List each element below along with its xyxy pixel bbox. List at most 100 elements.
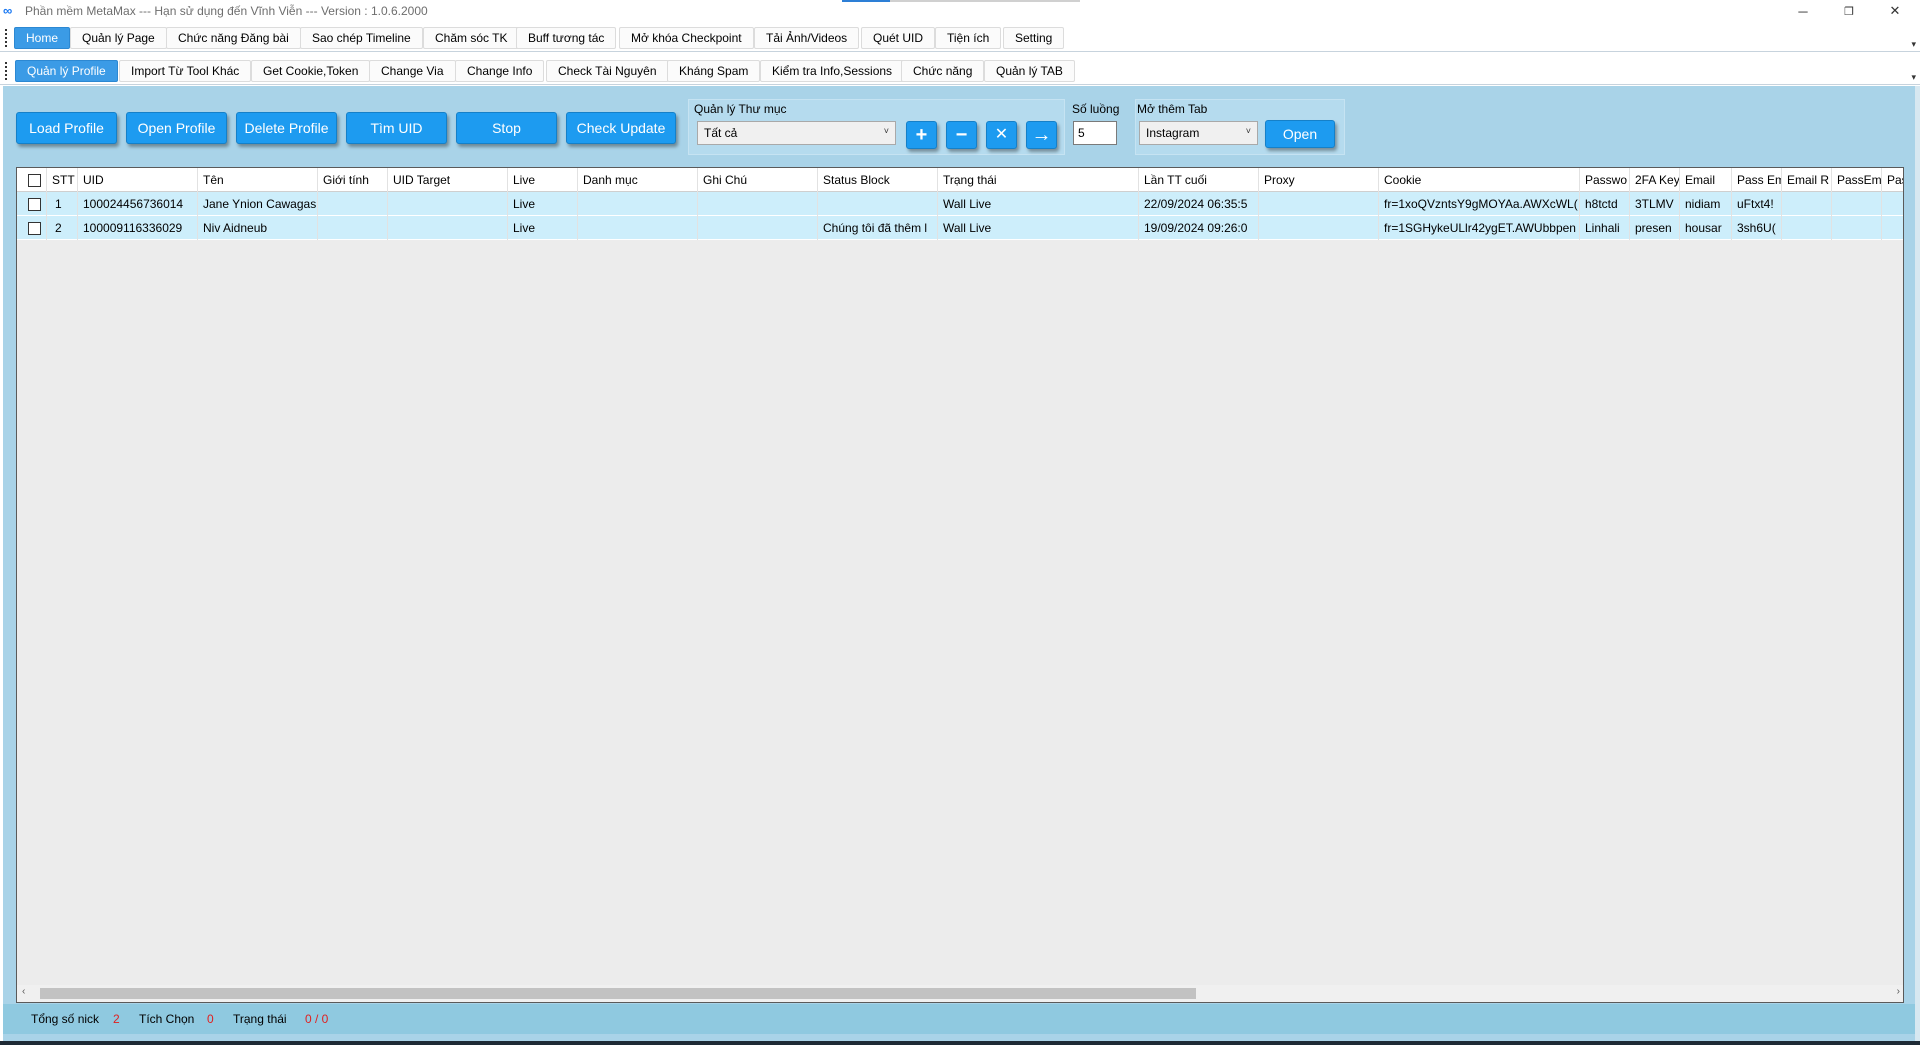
cell-2fa-key: 3TLMV xyxy=(1630,192,1680,216)
col-trang-thai[interactable]: Trạng thái xyxy=(938,168,1139,192)
checkbox-icon[interactable] xyxy=(28,197,41,211)
col-proxy[interactable]: Proxy xyxy=(1259,168,1379,192)
subtab-get-cookie-token[interactable]: Get Cookie,Token xyxy=(251,60,371,82)
col-pass-email[interactable]: Pass Em xyxy=(1732,168,1782,192)
cell-lan-tt-cuoi: 19/09/2024 09:26:0 xyxy=(1139,216,1259,240)
tab-mo-khoa-checkpoint[interactable]: Mở khóa Checkpoint xyxy=(619,27,754,49)
col-gioi-tinh[interactable]: Giới tính xyxy=(318,168,388,192)
subtab-quan-ly-profile[interactable]: Quản lý Profile xyxy=(15,60,118,82)
row-checkbox[interactable] xyxy=(17,192,47,216)
total-nick-label: Tổng số nick xyxy=(31,1012,100,1026)
subtab-check-tai-nguyen[interactable]: Check Tài Nguyên xyxy=(546,60,669,82)
progress-fill xyxy=(842,0,890,2)
total-nick-value: 2 xyxy=(113,1012,120,1026)
open-tab-select[interactable]: Instagram ˅ xyxy=(1139,121,1258,145)
tab-quan-ly-page[interactable]: Quản lý Page xyxy=(70,27,167,49)
cell-trang-thai: Wall Live xyxy=(938,216,1139,240)
tab-tai-anh-videos[interactable]: Tải Ảnh/Videos xyxy=(754,27,860,49)
subtab-chuc-nang[interactable]: Chức năng xyxy=(901,60,985,82)
cell-cookie: fr=1SGHykeULlr42ygET.AWUbbpen xyxy=(1379,216,1580,240)
remove-folder-button[interactable]: − xyxy=(946,121,977,149)
checkbox-icon[interactable] xyxy=(28,221,41,235)
subtab-overflow-icon[interactable]: ▾ xyxy=(1911,72,1916,83)
tab-chuc-nang-dang-bai[interactable]: Chức năng Đăng bài xyxy=(166,27,301,49)
col-stt[interactable]: STT xyxy=(47,168,78,192)
delete-folder-button[interactable]: ✕ xyxy=(986,121,1017,149)
tab-home[interactable]: Home xyxy=(14,27,71,49)
col-danh-muc[interactable]: Danh mục xyxy=(578,168,698,192)
stop-button[interactable]: Stop xyxy=(456,112,557,144)
col-pass-email-recovery[interactable]: PassEm xyxy=(1832,168,1882,192)
col-live[interactable]: Live xyxy=(508,168,578,192)
go-folder-button[interactable]: → xyxy=(1026,121,1057,149)
cell-gioi-tinh xyxy=(318,216,388,240)
cell-danh-muc xyxy=(578,192,698,216)
col-cookie[interactable]: Cookie xyxy=(1379,168,1580,192)
tab-buff-tuong-tac[interactable]: Buff tương tác xyxy=(516,27,617,49)
progress-bar xyxy=(842,0,1080,2)
table-row[interactable]: 1 100024456736014 Jane Ynion Cawagas Liv… xyxy=(17,192,1903,216)
scroll-left-icon[interactable]: ‹ xyxy=(22,986,25,997)
cell-2fa-key: presen xyxy=(1630,216,1680,240)
subtab-change-info[interactable]: Change Info xyxy=(455,60,545,82)
subtab-quan-ly-tab[interactable]: Quản lý TAB xyxy=(984,60,1075,82)
col-2fa-key[interactable]: 2FA Key xyxy=(1630,168,1680,192)
cell-uid: 100009116336029 xyxy=(78,216,198,240)
profile-table[interactable]: STT UID Tên Giới tính UID Target Live Da… xyxy=(16,167,1904,1003)
tab-setting[interactable]: Setting xyxy=(1003,27,1065,49)
check-update-button[interactable]: Check Update xyxy=(566,112,676,144)
window-title: Phần mềm MetaMax --- Hạn sử dụng đến Vĩn… xyxy=(25,4,428,18)
scroll-right-icon[interactable]: › xyxy=(1897,986,1900,997)
tab-cham-soc-tk[interactable]: Chăm sóc TK xyxy=(423,27,520,49)
minimize-icon[interactable]: ─ xyxy=(1780,0,1826,22)
cell-cookie: fr=1xoQVzntsY9gMOYAa.AWXcWL( xyxy=(1379,192,1580,216)
cell-pass-email-recovery xyxy=(1832,192,1882,216)
cell-email-recovery xyxy=(1782,216,1832,240)
cell-lan-tt-cuoi: 22/09/2024 06:35:5 xyxy=(1139,192,1259,216)
checkbox-icon[interactable] xyxy=(28,173,41,187)
table-row[interactable]: 2 100009116336029 Niv Aidneub Live Chúng… xyxy=(17,216,1903,240)
main-tab-strip: Home Quản lý Page Chức năng Đăng bài Sao… xyxy=(0,24,1920,52)
tab-sao-chep-timeline[interactable]: Sao chép Timeline xyxy=(300,27,423,49)
tab-quet-uid[interactable]: Quét UID xyxy=(861,27,936,49)
subtab-import-tu-tool-khac[interactable]: Import Từ Tool Khác xyxy=(119,60,252,82)
col-email[interactable]: Email xyxy=(1680,168,1732,192)
cell-stt: 1 xyxy=(47,192,78,216)
folder-select[interactable]: Tất cả ˅ xyxy=(697,121,896,145)
quantity-input[interactable]: 5 xyxy=(1073,121,1117,145)
tim-uid-button[interactable]: Tìm UID xyxy=(346,112,447,144)
close-icon[interactable]: ✕ xyxy=(1872,0,1918,22)
restore-icon[interactable]: ❐ xyxy=(1826,0,1872,22)
col-password[interactable]: Passwo xyxy=(1580,168,1630,192)
tab-tien-ich[interactable]: Tiện ích xyxy=(935,27,1002,49)
horizontal-scrollbar[interactable]: ‹ › xyxy=(17,985,1903,1002)
row-checkbox[interactable] xyxy=(17,216,47,240)
scrollbar-thumb[interactable] xyxy=(40,988,1196,999)
tab-overflow-icon[interactable]: ▾ xyxy=(1911,39,1916,50)
col-pass-extra[interactable]: Pas xyxy=(1882,168,1903,192)
grip-handle-icon[interactable] xyxy=(5,29,8,47)
grip-handle-icon[interactable] xyxy=(5,62,8,80)
col-status-block[interactable]: Status Block xyxy=(818,168,938,192)
cell-ten: Niv Aidneub xyxy=(198,216,318,240)
col-ten[interactable]: Tên xyxy=(198,168,318,192)
subtab-change-via[interactable]: Change Via xyxy=(369,60,456,82)
open-profile-button[interactable]: Open Profile xyxy=(126,112,227,144)
col-uid-target[interactable]: UID Target xyxy=(388,168,508,192)
cell-gioi-tinh xyxy=(318,192,388,216)
cell-status-block xyxy=(818,192,938,216)
add-folder-button[interactable]: + xyxy=(906,121,937,149)
col-ghi-chu[interactable]: Ghi Chú xyxy=(698,168,818,192)
delete-profile-button[interactable]: Delete Profile xyxy=(236,112,337,144)
subtab-khang-spam[interactable]: Kháng Spam xyxy=(667,60,761,82)
header-select-all[interactable] xyxy=(17,168,47,192)
load-profile-button[interactable]: Load Profile xyxy=(16,112,117,144)
cell-proxy xyxy=(1259,216,1379,240)
col-lan-tt-cuoi[interactable]: Lần TT cuối xyxy=(1139,168,1259,192)
col-email-recovery[interactable]: Email R xyxy=(1782,168,1832,192)
col-uid[interactable]: UID xyxy=(78,168,198,192)
cell-email: nidiam xyxy=(1680,192,1732,216)
open-button[interactable]: Open xyxy=(1265,120,1335,148)
subtab-kiem-tra-info-sessions[interactable]: Kiểm tra Info,Sessions xyxy=(760,60,905,82)
chevron-down-icon: ˅ xyxy=(883,126,889,136)
